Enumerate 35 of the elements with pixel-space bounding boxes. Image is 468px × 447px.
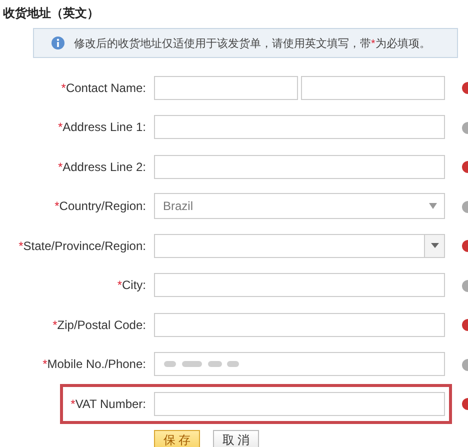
hint-icon xyxy=(462,200,468,212)
hint-icon xyxy=(462,398,468,410)
hint-icon xyxy=(462,319,468,331)
input-field[interactable] xyxy=(154,312,445,337)
field-label: *State/Province/Region: xyxy=(18,238,146,253)
field-label: *Address Line 2: xyxy=(56,160,146,174)
section-title: 收货地址（英文） xyxy=(2,5,100,22)
field-label: *City: xyxy=(116,278,146,292)
input-field[interactable] xyxy=(301,76,445,100)
input-field[interactable] xyxy=(154,273,445,298)
field-label: *Zip/Postal Code: xyxy=(52,318,146,332)
hint-icon xyxy=(462,82,468,94)
field-label: *Contact Name: xyxy=(60,80,146,95)
save-button[interactable]: 保 存 xyxy=(154,430,200,447)
dropdown-button[interactable] xyxy=(424,234,444,257)
input-field[interactable] xyxy=(154,392,445,416)
field-label: *Country/Region: xyxy=(54,199,146,214)
input-field[interactable] xyxy=(154,352,445,376)
notice-text: 修改后的收货地址仅适使用于该发货单，请使用英文填写，带*为必填项。 xyxy=(74,36,430,50)
hint-icon xyxy=(462,161,468,173)
hint-icon xyxy=(462,122,468,134)
info-icon xyxy=(51,36,65,50)
field-label: *Mobile No./Phone: xyxy=(42,357,146,372)
field-label: *VAT Number: xyxy=(70,396,146,411)
hint-icon xyxy=(462,358,468,370)
input-field[interactable] xyxy=(154,76,298,100)
country-dropdown[interactable]: Brazil xyxy=(154,193,445,220)
cancel-button[interactable]: 取 消 xyxy=(213,430,259,447)
hint-icon xyxy=(462,240,468,252)
input-field[interactable] xyxy=(154,154,445,179)
input-field[interactable] xyxy=(154,115,445,140)
caret-icon xyxy=(430,243,438,248)
caret-icon xyxy=(429,203,437,210)
hint-icon xyxy=(462,280,468,292)
field-label: *Address Line 1: xyxy=(56,120,146,134)
